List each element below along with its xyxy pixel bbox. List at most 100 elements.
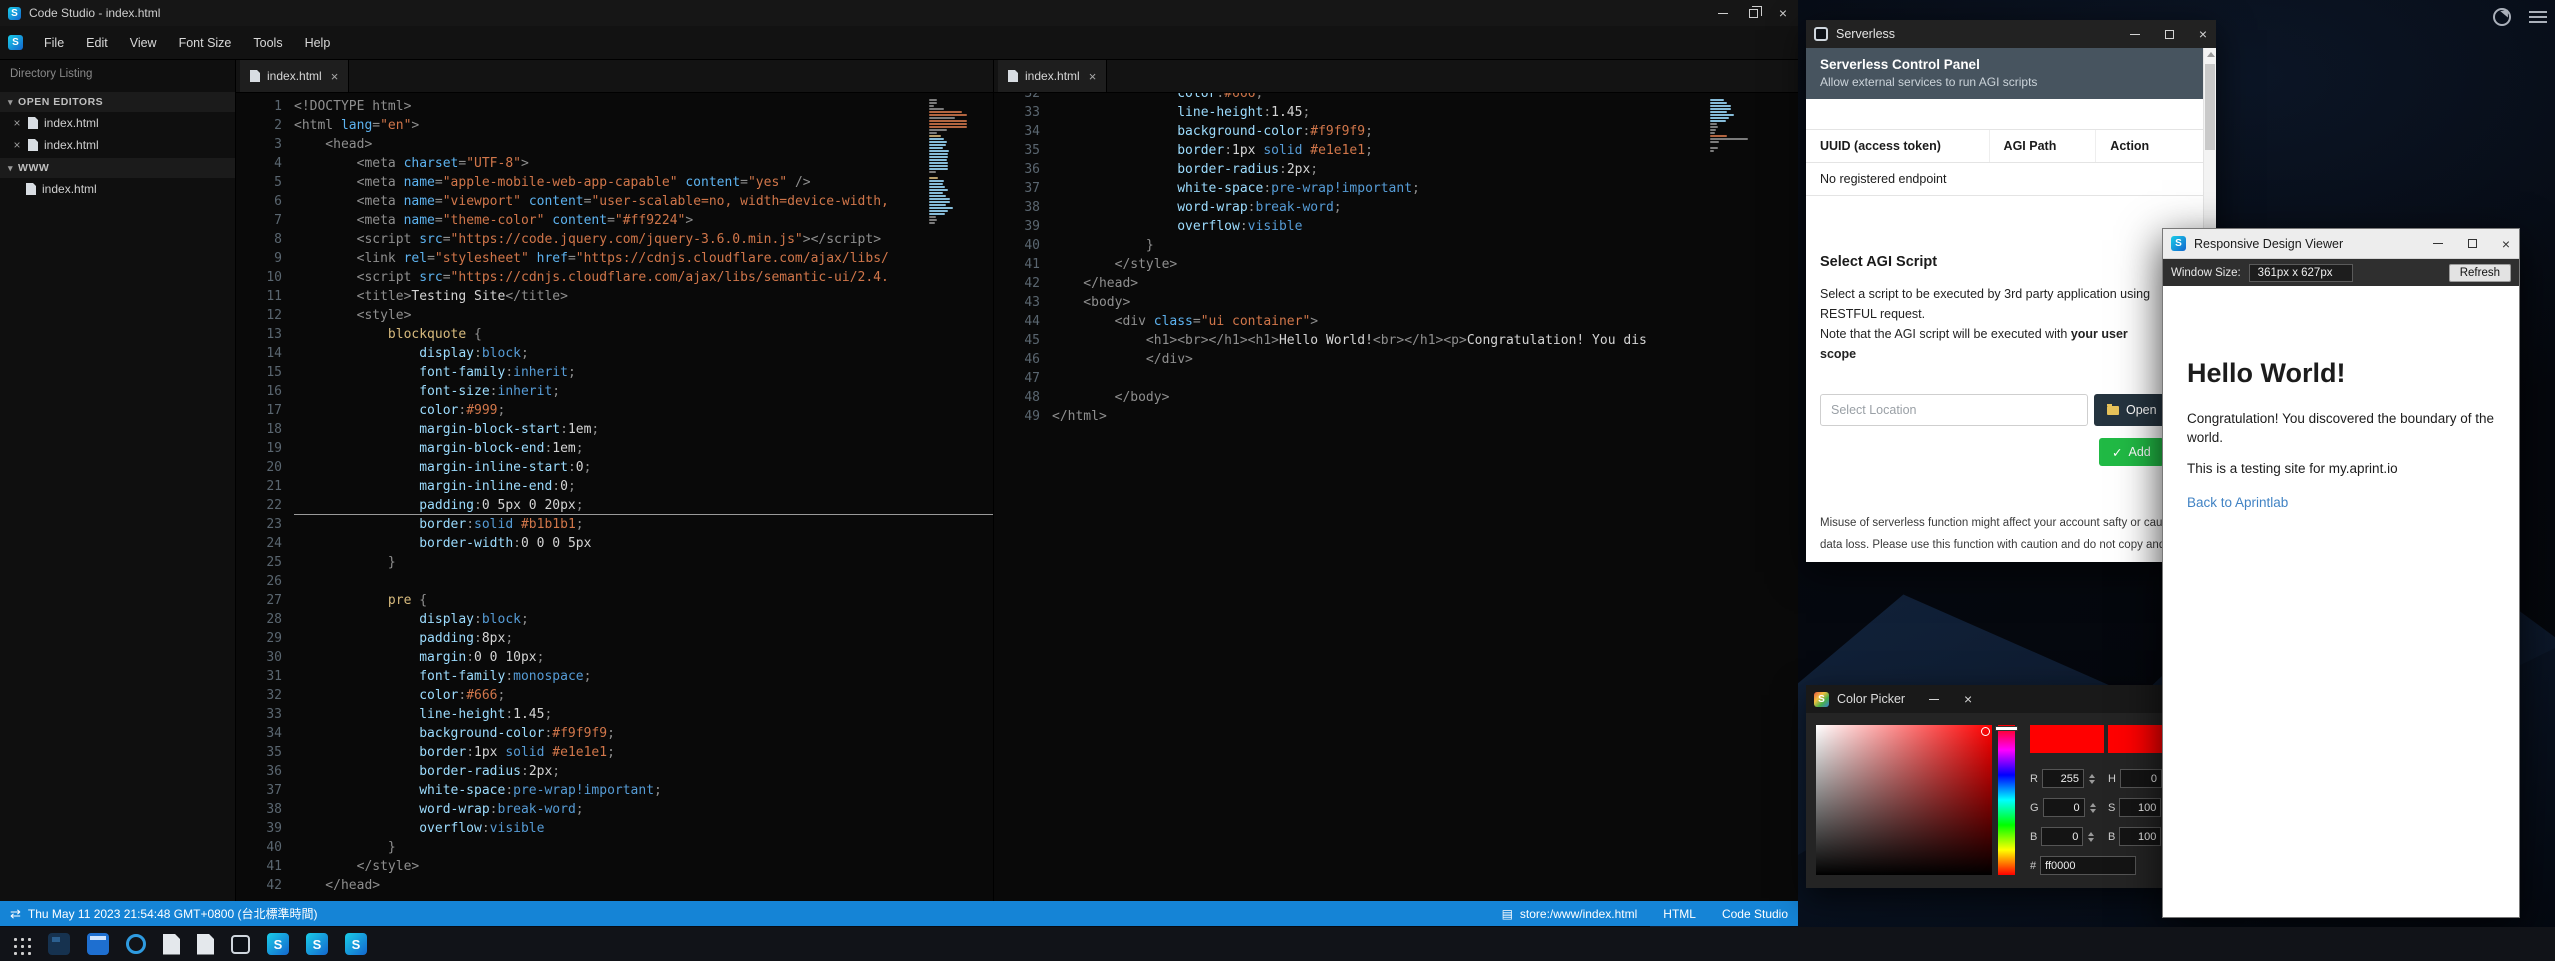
serverless-title: Serverless (1836, 27, 1895, 41)
scrollbar-thumb[interactable] (2205, 64, 2215, 150)
tab-bar-left: index.html × (236, 60, 993, 93)
menu-item-help[interactable]: Help (294, 26, 342, 59)
close-button[interactable]: × (2493, 229, 2519, 258)
close-icon[interactable]: × (12, 138, 22, 152)
line-number: 23 (236, 515, 282, 534)
script-location-input[interactable] (1820, 394, 2088, 426)
status-app-name: Code Studio (1722, 907, 1788, 921)
menu-item-font-size[interactable]: Font Size (168, 26, 243, 59)
minimize-button[interactable] (2122, 20, 2148, 48)
code-studio-app-icon[interactable] (306, 933, 328, 955)
sidebar-sections: ▾OPEN EDITORS×index.html×index.html▾WWWi… (0, 92, 235, 200)
menu-item-edit[interactable]: Edit (75, 26, 119, 59)
app-launcher-icon[interactable] (10, 934, 31, 955)
sidebar-item-label: index.html (42, 182, 97, 196)
minimap-line (929, 129, 947, 131)
code-studio-app-icon[interactable] (345, 933, 367, 955)
minimize-button[interactable] (1708, 0, 1738, 26)
browser-app-icon[interactable] (126, 934, 146, 954)
maximize-button[interactable] (2156, 20, 2182, 48)
refresh-button[interactable]: Refresh (2449, 264, 2511, 282)
preview-paragraph: Congratulation! You discovered the bound… (2187, 409, 2495, 447)
terminal-app-icon[interactable] (87, 933, 109, 955)
scroll-up-icon[interactable] (2207, 52, 2215, 57)
sidebar-section-header[interactable]: ▾WWW (0, 158, 235, 178)
minimize-button[interactable] (2425, 229, 2451, 258)
tab-label: index.html (267, 69, 322, 83)
close-button[interactable]: × (2190, 20, 2216, 48)
line-number: 8 (236, 230, 282, 249)
minimize-button[interactable] (1921, 685, 1947, 713)
spinner-icon[interactable] (2089, 774, 2095, 784)
add-button[interactable]: ✓ Add (2099, 438, 2164, 466)
tab-index-html[interactable]: index.html × (240, 60, 349, 92)
viewer-icon (2171, 236, 2186, 251)
close-tab-icon[interactable]: × (1089, 69, 1097, 84)
menu-item-file[interactable]: File (33, 26, 75, 59)
editor-right-minimap[interactable] (1710, 99, 1743, 153)
color-field-input[interactable]: 255 (2042, 769, 2084, 788)
code-line: <div class="ui container"> (1052, 312, 1798, 331)
sidebar-item-index.html[interactable]: ×index.html (0, 134, 235, 156)
color-field-input[interactable]: 0 (2120, 769, 2162, 788)
code-studio-app-icon[interactable] (267, 933, 289, 955)
sidebar-item-index.html[interactable]: index.html (0, 178, 235, 200)
spinner-icon[interactable] (2090, 803, 2096, 813)
close-button[interactable]: × (1768, 0, 1798, 26)
minimap-line (929, 114, 967, 116)
status-language[interactable]: HTML (1663, 907, 1696, 921)
code-line: border:solid #b1b1b1; (294, 515, 993, 534)
back-to-aprintlab-link[interactable]: Back to Aprintlab (2187, 495, 2288, 510)
text-editor-app-icon[interactable] (197, 934, 214, 955)
files-app-icon[interactable] (48, 933, 70, 955)
serverless-app-icon[interactable] (231, 935, 250, 954)
window-title: Code Studio - index.html (29, 6, 160, 20)
color-field-label: G (2030, 802, 2039, 814)
menu-icon[interactable] (2529, 8, 2547, 26)
hex-input[interactable]: ff0000 (2040, 856, 2136, 875)
line-number: 43 (994, 293, 1040, 312)
color-field-input[interactable]: 0 (2041, 827, 2083, 846)
spinner-icon[interactable] (2088, 832, 2094, 842)
editor-left[interactable]: 1234567891011121314151617181920212223242… (236, 93, 993, 901)
open-button[interactable]: Open (2094, 394, 2170, 426)
line-number: 9 (236, 249, 282, 268)
minimap-line (929, 123, 967, 125)
menu-item-view[interactable]: View (119, 26, 168, 59)
minimap-line (1710, 117, 1729, 119)
color-field-input[interactable]: 100 (2119, 798, 2161, 817)
close-icon[interactable]: × (12, 116, 22, 130)
status-file-path: store:/www/index.html (1520, 907, 1637, 921)
sidebar-section-header[interactable]: ▾OPEN EDITORS (0, 92, 235, 112)
text-editor-app-icon[interactable] (163, 934, 180, 955)
code-line: <script src="https://code.jquery.com/jqu… (294, 230, 993, 249)
editor-left-minimap[interactable] (929, 99, 970, 225)
minimap-line (1710, 102, 1727, 104)
sidebar-item-index.html[interactable]: ×index.html (0, 112, 235, 134)
line-number: 35 (236, 743, 282, 762)
line-number: 15 (236, 363, 282, 382)
minimap-line (929, 144, 946, 146)
minimap-line (929, 201, 950, 203)
refresh-icon[interactable] (2493, 8, 2511, 26)
maximize-button[interactable] (2459, 229, 2485, 258)
chevron-down-icon: ▾ (8, 163, 13, 174)
close-button[interactable]: × (1955, 685, 1981, 713)
line-number: 26 (236, 572, 282, 591)
code-line: <link rel="stylesheet" href="https://cdn… (294, 249, 993, 268)
color-field-b: B0 (2030, 827, 2094, 846)
menu-item-tools[interactable]: Tools (242, 26, 293, 59)
code-line: } (294, 553, 993, 572)
window-size-value[interactable]: 361px x 627px (2249, 264, 2353, 282)
serverless-section-heading: Select AGI Script (1820, 254, 2189, 270)
color-field-input[interactable]: 100 (2119, 827, 2161, 846)
remote-icon[interactable]: ⇄ (10, 906, 21, 922)
minimap-line (929, 174, 932, 176)
minimap-line (929, 183, 943, 185)
color-field-input[interactable]: 0 (2043, 798, 2085, 817)
tab-index-html[interactable]: index.html × (998, 60, 1107, 92)
code-line: padding:0 5px 0 20px; (294, 496, 993, 515)
editor-right[interactable]: 323334353637383940414243444546474849 col… (994, 93, 1798, 901)
restore-button[interactable] (1738, 0, 1768, 26)
close-tab-icon[interactable]: × (331, 69, 339, 84)
